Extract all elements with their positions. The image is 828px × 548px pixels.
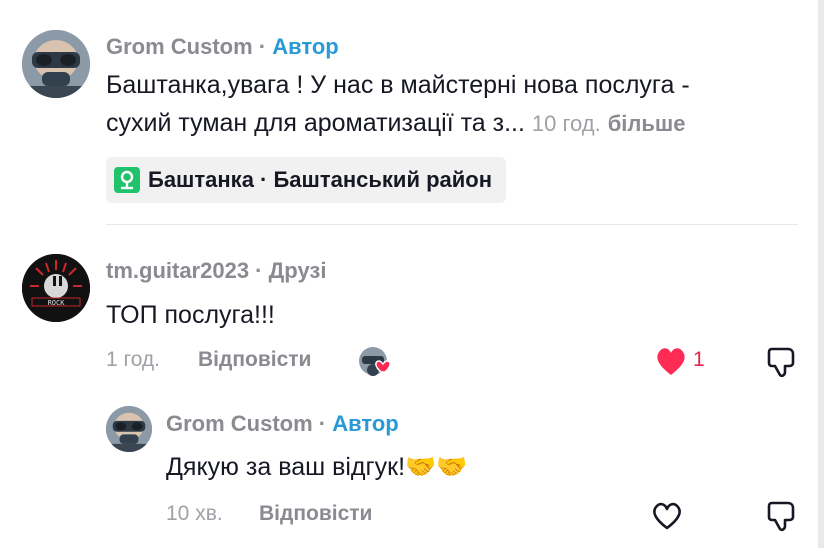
heart-filled-icon — [657, 348, 685, 375]
scrollbar-track[interactable] — [818, 0, 824, 548]
heart-outline-icon — [653, 502, 681, 530]
comment-time: 1 год. — [106, 348, 161, 371]
like-count: 1 — [693, 348, 705, 371]
like-button[interactable] — [654, 345, 688, 382]
author-avatar[interactable] — [22, 30, 90, 98]
author-badge: Автор — [332, 411, 399, 436]
comment-header: tm.guitar2023 · Друзі — [106, 258, 326, 284]
avatar-rock-text: ROCK — [48, 299, 66, 307]
location-label: Баштанка · Баштанський район — [148, 167, 493, 192]
avatar-image — [106, 406, 152, 452]
like-button[interactable] — [650, 499, 684, 536]
avatar-image — [22, 30, 90, 98]
dislike-button[interactable] — [764, 345, 798, 384]
comment-text-truncated: сухий туман для ароматизації та з... — [106, 109, 525, 137]
username[interactable]: Grom Custom — [166, 411, 313, 436]
username[interactable]: tm.guitar2023 — [106, 258, 249, 283]
friends-badge: Друзі — [268, 258, 327, 283]
reply-button[interactable]: Відповісти — [198, 348, 311, 372]
comment-divider — [106, 224, 798, 225]
more-button[interactable]: більше — [608, 111, 686, 136]
comment-time: 10 год. — [531, 111, 601, 136]
reply-header: Grom Custom · Автор — [166, 411, 399, 437]
comment-text: Баштанка,увага ! У нас в майстерні нова … — [106, 66, 690, 143]
reply-time: 10 хв. — [166, 502, 223, 525]
separator: · — [249, 258, 269, 283]
username[interactable]: Grom Custom — [106, 34, 253, 59]
comment-text-line-1: Баштанка,увага ! У нас в майстерні нова … — [106, 71, 690, 99]
separator: · — [312, 411, 333, 436]
comment-text-line-2: сухий туман для ароматизації та з... 10 … — [106, 104, 690, 143]
author-badge: Автор — [272, 34, 339, 59]
creator-liked-indicator — [358, 346, 392, 378]
reply-author-avatar[interactable] — [106, 406, 152, 452]
comment-header: Grom Custom · Автор — [106, 34, 339, 60]
separator: · — [252, 34, 273, 59]
rock-avatar-image: ROCK — [22, 254, 90, 322]
reply-button[interactable]: Відповісти — [259, 502, 372, 526]
reply-text: Дякую за ваш відгук!🤝🤝 — [166, 453, 468, 481]
comment-text: ТОП послуга!!! — [106, 301, 275, 329]
location-pin-icon — [114, 167, 140, 193]
thumbs-down-icon — [767, 347, 795, 378]
thumbs-down-icon — [767, 501, 795, 532]
commenter-avatar[interactable]: ROCK — [22, 254, 90, 322]
location-tag[interactable]: Баштанка · Баштанський район — [106, 157, 507, 203]
dislike-button[interactable] — [764, 499, 798, 538]
